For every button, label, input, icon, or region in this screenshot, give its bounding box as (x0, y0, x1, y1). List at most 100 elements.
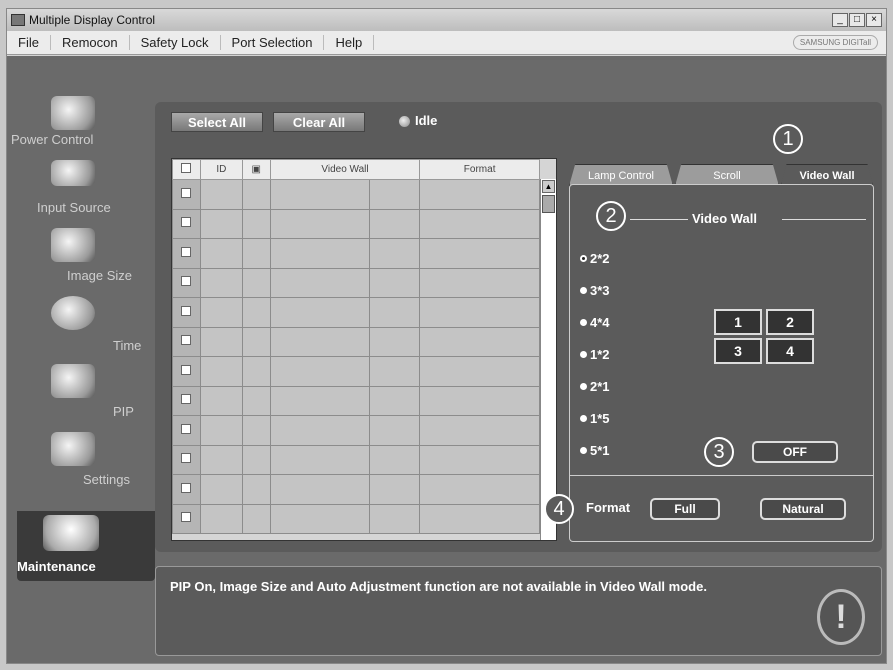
table-cell (241, 326, 271, 357)
radio-icon (580, 351, 587, 358)
table-cell (369, 503, 421, 534)
option-3x3[interactable]: 3*3 (580, 283, 610, 298)
title-bar: Multiple Display Control _ □ × (7, 9, 886, 31)
table-cell (369, 267, 421, 298)
table-row[interactable] (172, 267, 540, 298)
row-checkbox[interactable] (172, 179, 201, 210)
scroll-up-icon[interactable]: ▲ (542, 180, 555, 193)
option-4x4[interactable]: 4*4 (580, 315, 610, 330)
divider (630, 219, 688, 220)
table-row[interactable] (172, 326, 540, 357)
table-row[interactable] (172, 208, 540, 239)
table-row[interactable] (172, 444, 540, 475)
table-cell (419, 297, 540, 328)
sidebar-item-label: Time (113, 338, 142, 353)
table-cell (269, 415, 371, 446)
tab-video-wall[interactable]: Video Wall (781, 164, 873, 186)
table-row[interactable] (172, 385, 540, 416)
power-icon (51, 96, 95, 130)
menu-safety-lock[interactable]: Safety Lock (130, 35, 221, 50)
row-checkbox[interactable] (172, 385, 201, 416)
row-checkbox[interactable] (172, 474, 201, 505)
callout-1: 1 (773, 124, 803, 154)
radio-icon (580, 287, 587, 294)
tab-scroll[interactable]: Scroll (675, 164, 779, 186)
table-cell (419, 444, 540, 475)
clear-all-button[interactable]: Clear All (273, 112, 365, 132)
row-checkbox[interactable] (172, 238, 201, 269)
wall-cell-3[interactable]: 3 (714, 338, 762, 364)
wall-cell-4[interactable]: 4 (766, 338, 814, 364)
grid-scrollbar[interactable]: ▲ (540, 179, 556, 540)
table-row[interactable] (172, 356, 540, 387)
main-area: Power Control Input Source Image Size Ti… (7, 56, 886, 663)
table-cell (199, 179, 243, 210)
display-grid: ID ▣ Video Wall Format ▲ (171, 158, 557, 541)
image-size-icon (51, 228, 95, 262)
wall-cell-2[interactable]: 2 (766, 309, 814, 335)
minimize-button[interactable]: _ (832, 13, 848, 27)
select-all-checkbox[interactable] (172, 159, 201, 180)
row-checkbox[interactable] (172, 503, 201, 534)
table-cell (241, 385, 271, 416)
menu-file[interactable]: File (7, 35, 51, 50)
table-cell (419, 503, 540, 534)
row-checkbox[interactable] (172, 356, 201, 387)
sidebar-item-settings[interactable]: Settings (17, 432, 155, 498)
menu-remocon[interactable]: Remocon (51, 35, 130, 50)
table-cell (269, 503, 371, 534)
table-cell (369, 474, 421, 505)
row-checkbox[interactable] (172, 326, 201, 357)
table-cell (241, 208, 271, 239)
format-full-button[interactable]: Full (650, 498, 720, 520)
table-cell (269, 267, 371, 298)
row-checkbox[interactable] (172, 267, 201, 298)
table-cell (369, 179, 421, 210)
wall-cell-1[interactable]: 1 (714, 309, 762, 335)
table-row[interactable] (172, 297, 540, 328)
col-header-power-icon: ▣ (241, 159, 271, 180)
row-checkbox[interactable] (172, 208, 201, 239)
row-checkbox[interactable] (172, 415, 201, 446)
option-label: 1*5 (590, 411, 610, 426)
row-checkbox[interactable] (172, 297, 201, 328)
menu-help[interactable]: Help (324, 35, 375, 50)
row-checkbox[interactable] (172, 444, 201, 475)
input-source-icon (51, 160, 95, 186)
close-button[interactable]: × (866, 13, 882, 27)
option-1x2[interactable]: 1*2 (580, 347, 610, 362)
content-panel: Select All Clear All Idle ID ▣ Video Wal… (155, 102, 882, 552)
sidebar-item-power-control[interactable]: Power Control (11, 92, 155, 158)
sidebar-item-image-size[interactable]: Image Size (17, 228, 155, 294)
table-row[interactable] (172, 503, 540, 534)
table-cell (241, 179, 271, 210)
option-2x1[interactable]: 2*1 (580, 379, 610, 394)
sidebar-item-pip[interactable]: PIP (17, 364, 155, 430)
table-cell (269, 238, 371, 269)
window-title: Multiple Display Control (29, 13, 156, 27)
sidebar-item-maintenance[interactable]: Maintenance (17, 511, 155, 581)
table-row[interactable] (172, 179, 540, 210)
table-cell (369, 238, 421, 269)
tab-lamp-control[interactable]: Lamp Control (569, 164, 673, 186)
sidebar-item-time[interactable]: Time (17, 296, 155, 362)
scroll-thumb[interactable] (542, 195, 555, 213)
table-cell (269, 208, 371, 239)
maximize-button[interactable]: □ (849, 13, 865, 27)
table-cell (419, 326, 540, 357)
option-2x2[interactable]: 2*2 (580, 251, 610, 266)
tab-bar: Lamp Control Scroll Video Wall (569, 158, 874, 186)
sidebar-item-input-source[interactable]: Input Source (17, 160, 155, 226)
callout-4: 4 (544, 494, 574, 524)
option-5x1[interactable]: 5*1 (580, 443, 610, 458)
table-cell (419, 267, 540, 298)
video-wall-toggle-button[interactable]: OFF (752, 441, 838, 463)
table-row[interactable] (172, 474, 540, 505)
table-row[interactable] (172, 238, 540, 269)
menu-port-selection[interactable]: Port Selection (221, 35, 325, 50)
select-all-button[interactable]: Select All (171, 112, 263, 132)
format-natural-button[interactable]: Natural (760, 498, 846, 520)
video-wall-panel: 2 Video Wall 2*2 3*3 4*4 1*2 2*1 1*5 5*1… (544, 184, 874, 542)
option-1x5[interactable]: 1*5 (580, 411, 610, 426)
table-row[interactable] (172, 415, 540, 446)
